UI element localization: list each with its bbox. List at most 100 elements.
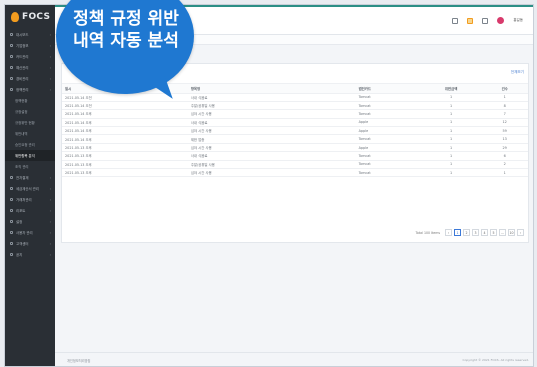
sidebar-item-label: 경비관리 bbox=[16, 77, 29, 81]
grid-icon[interactable] bbox=[452, 17, 459, 24]
notification-icon[interactable] bbox=[467, 17, 474, 24]
sidebar-item-label: 정책관리 bbox=[16, 88, 29, 92]
privacy-link[interactable]: 개인정보처리방침 bbox=[67, 358, 90, 363]
menu-icon bbox=[10, 253, 13, 256]
menu-icon bbox=[10, 77, 13, 80]
table-row[interactable]: 2021.05.14 오후 제한 업종 Tomcat 1 13 bbox=[62, 134, 528, 144]
table-row[interactable]: 2021.05.13 오후 심야 시간 사용 Tomcat 1 1 bbox=[62, 168, 528, 178]
page-button[interactable]: 2 bbox=[463, 229, 470, 236]
sidebar-item[interactable]: 거래처관리 › bbox=[5, 194, 55, 205]
page-button[interactable]: 5 bbox=[490, 229, 497, 236]
chevron-right-icon: › bbox=[49, 76, 51, 81]
sidebar-item-label: 설정 bbox=[16, 220, 23, 224]
sidebar-item[interactable]: 대시보드 › bbox=[5, 29, 55, 40]
callout-text: 정책 규정 위반 내역 자동 분석 bbox=[68, 8, 184, 52]
page-button[interactable]: 10 bbox=[508, 229, 515, 236]
sidebar-item[interactable]: 사용자 관리 › bbox=[5, 227, 55, 238]
cell-card: Tomcat bbox=[355, 168, 421, 178]
avatar[interactable] bbox=[497, 17, 505, 24]
cell-amount: 1 bbox=[420, 126, 482, 136]
cell-card: Tomcat bbox=[355, 134, 421, 144]
page-button[interactable]: › bbox=[517, 229, 524, 236]
callout-line-2: 내역 자동 분석 bbox=[73, 31, 179, 51]
sidebar-item-label: 거래처관리 bbox=[16, 198, 32, 202]
sidebar-item[interactable]: 공지 › bbox=[5, 249, 55, 260]
sidebar-item[interactable]: 카드관리 › bbox=[5, 51, 55, 62]
page-button[interactable]: ‹ bbox=[445, 229, 452, 236]
sidebar-item[interactable]: 기업정보 › bbox=[5, 40, 55, 51]
cell-card: Tomcat bbox=[355, 93, 421, 102]
chevron-right-icon: › bbox=[49, 32, 51, 37]
flame-icon bbox=[11, 12, 19, 22]
sidebar-item-label: 세금계산서 관리 bbox=[16, 187, 39, 191]
menu-icon bbox=[10, 33, 13, 36]
cell-item: 사내 식음료 bbox=[187, 151, 356, 161]
view-all-link[interactable]: 전체보기 bbox=[511, 70, 524, 75]
table-row[interactable]: 2021.05.13 오후 주말/공휴일 사용 Tomcat 1 2 bbox=[62, 160, 528, 170]
cell-amount: 1 bbox=[420, 143, 482, 153]
page-button[interactable]: 3 bbox=[472, 229, 479, 236]
column-header-count[interactable]: 건수 bbox=[481, 84, 528, 94]
column-header-item[interactable]: 항목명 bbox=[187, 84, 356, 94]
sidebar-item[interactable]: 위반내역 bbox=[5, 128, 55, 139]
sidebar-item[interactable]: 리포트 › bbox=[5, 205, 55, 216]
sidebar-item[interactable]: 승인요청 관리 bbox=[5, 139, 55, 150]
sidebar-item[interactable]: 고객센터 › bbox=[5, 238, 55, 249]
menu-icon bbox=[10, 242, 13, 245]
user-name[interactable]: 홍길동 bbox=[513, 18, 523, 23]
cell-item: 제한 업종 bbox=[187, 134, 356, 144]
copyright: Copyright © 2021 FOCS. All rights reserv… bbox=[462, 358, 529, 362]
sidebar-item-label: 카드관리 bbox=[16, 55, 29, 59]
menu-icon bbox=[10, 220, 13, 223]
sidebar-item[interactable]: 설정 › bbox=[5, 216, 55, 227]
chevron-right-icon: › bbox=[49, 43, 51, 48]
sidebar-item[interactable]: 규정위반 현황 bbox=[5, 117, 55, 128]
cell-date: 2021.05.13 오후 bbox=[62, 160, 188, 170]
cell-item: 사내 식음료 bbox=[187, 118, 356, 128]
chevron-right-icon: › bbox=[49, 65, 51, 70]
cell-item: 심야 시간 사용 bbox=[187, 143, 356, 153]
menu-icon bbox=[10, 88, 13, 91]
chevron-right-icon: › bbox=[49, 175, 51, 180]
page-button[interactable]: 1 bbox=[454, 229, 461, 236]
cell-item: 주말/공휴일 사용 bbox=[187, 101, 356, 111]
sidebar-item-label: 규정위반 현황 bbox=[15, 121, 35, 125]
cell-item: 심야 시간 사용 bbox=[187, 168, 356, 178]
cell-card: Apple bbox=[355, 118, 421, 128]
table-row[interactable]: 2021.05.14 오후 심야 시간 사용 Apple 1 59 bbox=[62, 126, 528, 136]
chevron-right-icon: › bbox=[49, 54, 51, 59]
cell-item: 사내 식음료 bbox=[187, 93, 356, 102]
chevron-right-icon: › bbox=[49, 230, 51, 235]
cell-card: Tomcat bbox=[355, 109, 421, 119]
table-row[interactable]: 2021.05.14 오전 주말/공휴일 사용 Tomcat 1 8 bbox=[62, 101, 528, 111]
cell-date: 2021.05.14 오후 bbox=[62, 126, 188, 136]
help-icon[interactable] bbox=[482, 17, 489, 24]
logo[interactable]: FOCS bbox=[5, 5, 55, 29]
table-row[interactable]: 2021.05.14 오후 사내 식음료 Apple 1 12 bbox=[62, 118, 528, 128]
sidebar-item[interactable]: 조직 관리 bbox=[5, 161, 55, 172]
cell-date: 2021.05.13 오후 bbox=[62, 151, 188, 161]
sidebar-item[interactable]: 정책현황 bbox=[5, 95, 55, 106]
sidebar-item[interactable]: 세금계산서 관리 › bbox=[5, 183, 55, 194]
cell-card: Tomcat bbox=[355, 101, 421, 111]
footer: 개인정보처리방침 Copyright © 2021 FOCS. All righ… bbox=[55, 352, 533, 366]
cell-count: 2 bbox=[481, 160, 528, 170]
page-button[interactable]: … bbox=[499, 229, 506, 236]
table-row[interactable]: 2021.05.13 오후 심야 시간 사용 Apple 1 29 bbox=[62, 143, 528, 153]
sidebar-item[interactable]: 위반항목 분석 bbox=[5, 150, 55, 161]
sidebar-item[interactable]: 정책관리 › bbox=[5, 84, 55, 95]
sidebar-item[interactable]: 예산관리 › bbox=[5, 62, 55, 73]
table-row[interactable]: 2021.05.13 오후 사내 식음료 Tomcat 1 6 bbox=[62, 151, 528, 161]
table-row[interactable]: 2021.05.14 오전 사내 식음료 Tomcat 1 1 bbox=[62, 93, 528, 102]
page-button[interactable]: 4 bbox=[481, 229, 488, 236]
chevron-right-icon: › bbox=[49, 252, 51, 257]
sidebar-item-label: 조직 관리 bbox=[15, 165, 29, 169]
sidebar-item[interactable]: 전자결재 › bbox=[5, 172, 55, 183]
logo-text: FOCS bbox=[22, 12, 51, 22]
cell-date: 2021.05.14 오후 bbox=[62, 109, 188, 119]
column-header-amount[interactable]: 위반금액 bbox=[420, 84, 482, 94]
column-header-card[interactable]: 법인카드 bbox=[355, 84, 421, 94]
table-row[interactable]: 2021.05.14 오후 심야 시간 사용 Tomcat 1 7 bbox=[62, 109, 528, 119]
sidebar-item[interactable]: 규정설정 bbox=[5, 106, 55, 117]
sidebar-item[interactable]: 경비관리 › bbox=[5, 73, 55, 84]
